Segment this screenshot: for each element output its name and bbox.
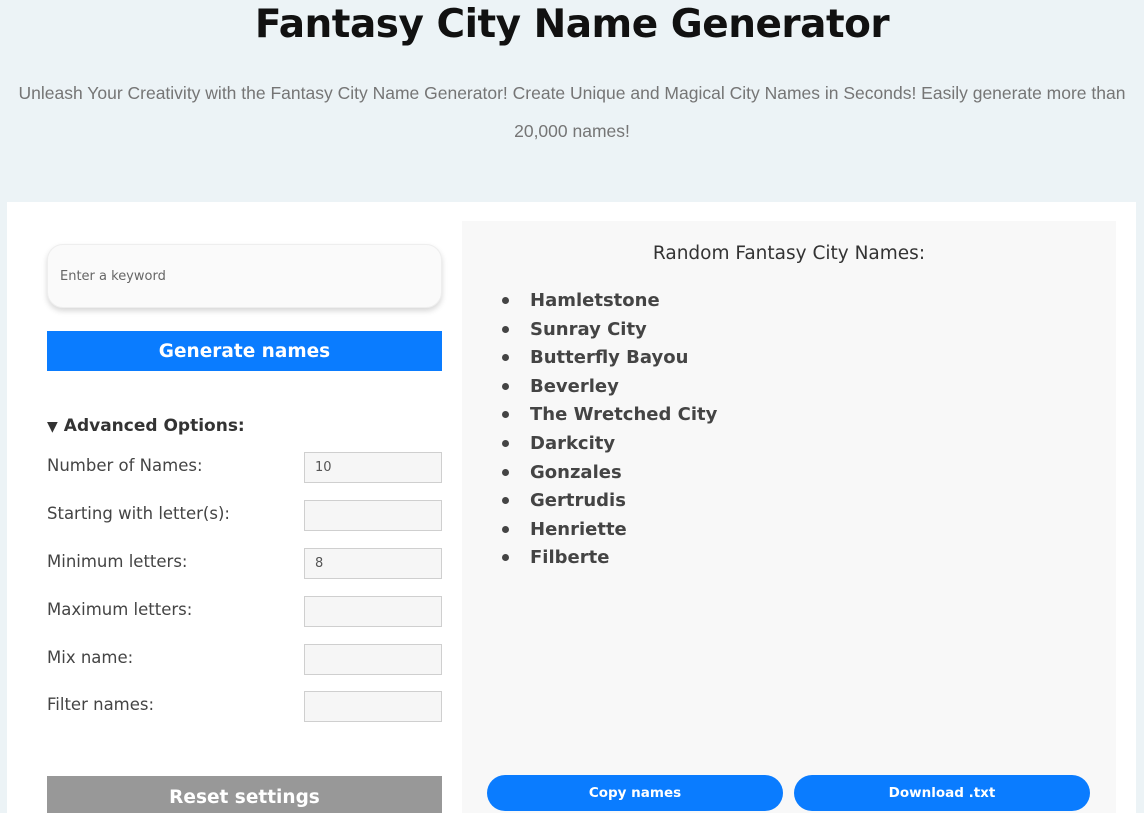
list-item: Filberte [502,546,717,575]
generator-card: Generate names ▼ Advanced Options: Number… [7,202,1136,813]
name-text: Hamletstone [530,290,660,311]
advanced-options-label: Advanced Options: [63,416,245,436]
filter-names-input[interactable] [304,691,442,722]
bullet-icon [502,497,509,505]
triangle-down-icon: ▼ [47,419,58,435]
option-label: Number of Names: [47,456,203,475]
option-label: Maximum letters: [47,600,193,619]
option-label: Mix name: [47,648,134,667]
settings-panel: Generate names ▼ Advanced Options: Number… [47,202,442,813]
list-item: Butterfly Bayou [502,346,717,375]
list-item: Darkcity [502,432,717,461]
starting-letters-input[interactable] [304,500,442,531]
list-item: Sunray City [502,318,717,347]
bullet-icon [502,411,509,419]
option-mix-name: Mix name: [47,644,442,676]
bullet-icon [502,354,509,362]
option-starting-letters: Starting with letter(s): [47,500,442,532]
page-subtitle: Unleash Your Creativity with the Fantasy… [18,83,1126,141]
name-text: Darkcity [530,432,616,454]
name-text: Beverley [530,375,619,397]
name-text: Filberte [530,547,610,569]
bullet-icon [502,382,509,390]
generate-names-button[interactable]: Generate names [47,331,442,371]
mix-name-input[interactable] [304,644,442,675]
minimum-letters-input[interactable] [304,548,442,579]
bullet-icon [502,554,509,562]
bullet-icon [502,439,509,447]
download-txt-button[interactable]: Download .txt [794,775,1090,811]
name-text: The Wretched City [530,404,718,426]
keyword-input[interactable] [47,244,442,308]
advanced-options-toggle[interactable]: ▼ Advanced Options: [47,416,245,436]
list-item: Gertrudis [502,489,717,518]
copy-names-button[interactable]: Copy names [487,775,783,811]
list-item: Hamletstone [502,289,717,318]
option-minimum-letters: Minimum letters: [47,548,442,580]
bullet-icon [502,297,509,304]
option-number-of-names: Number of Names: [47,452,442,484]
option-filter-names: Filter names: [47,691,442,723]
option-maximum-letters: Maximum letters: [47,596,442,628]
name-text: Henriette [530,518,627,540]
name-text: Gertrudis [530,490,626,512]
option-label: Filter names: [47,695,155,714]
name-list: Hamletstone Sunray City Butterfly Bayou … [502,289,717,575]
list-item: Gonzales [502,461,717,490]
results-title: Random Fantasy City Names: [652,243,926,264]
option-label: Minimum letters: [47,552,188,571]
results-panel: Random Fantasy City Names: Hamletstone S… [462,221,1116,813]
name-text: Sunray City [530,318,647,340]
bullet-icon [502,525,509,533]
name-text: Gonzales [530,461,622,483]
number-of-names-input[interactable] [304,452,442,483]
page-title: Fantasy City Name Generator [254,2,890,47]
option-label: Starting with letter(s): [47,504,230,523]
reset-settings-button[interactable]: Reset settings [47,776,442,813]
maximum-letters-input[interactable] [304,596,442,627]
list-item: The Wretched City [502,403,717,432]
bullet-icon [502,468,509,476]
name-text: Butterfly Bayou [530,347,689,369]
list-item: Beverley [502,375,717,404]
list-item: Henriette [502,518,717,547]
bullet-icon [502,325,509,333]
